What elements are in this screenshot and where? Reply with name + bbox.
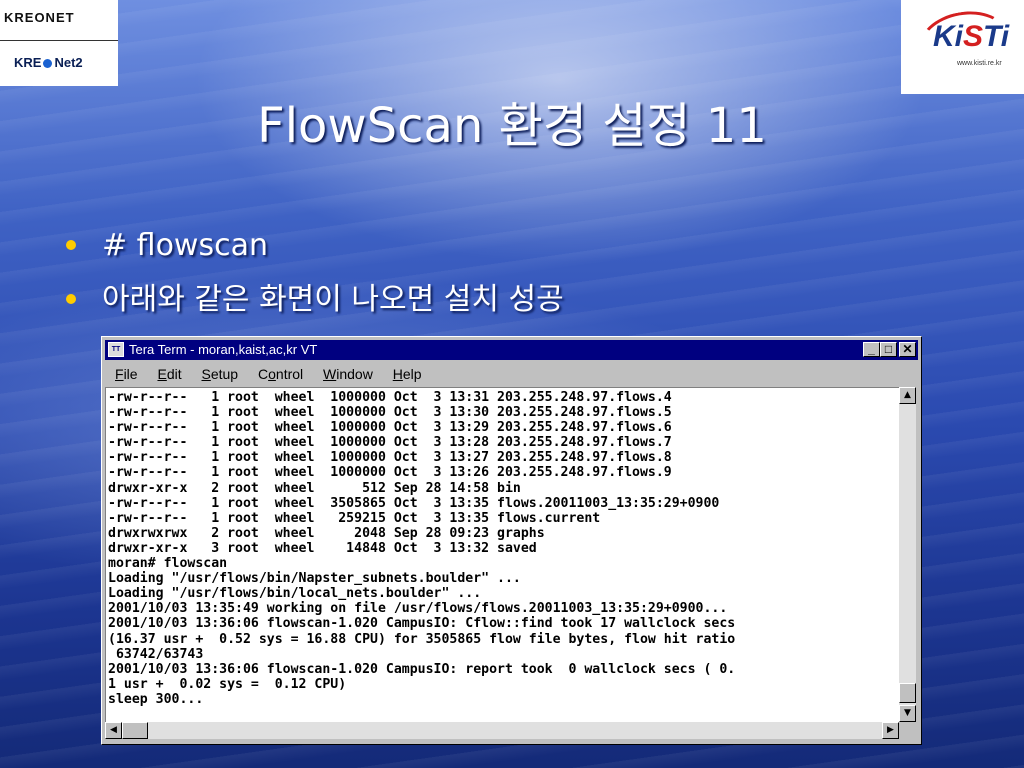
terminal-line: 63742/63743 <box>115 646 204 662</box>
menu-control-accel: o <box>268 366 276 382</box>
terminal-line: -rw-r--r-- 1 root wheel 3505865 Oct 3 13… <box>108 495 720 511</box>
kreonet2-logo-text: KRE Net2 <box>14 55 83 70</box>
kreonet-logo-text: KREONET <box>4 10 75 25</box>
terminal-line: drwxr-xr-x 2 root wheel 512 Sep 28 14:58… <box>108 480 521 496</box>
scroll-up-button[interactable]: ▲ <box>899 387 916 404</box>
terminal-line: -rw-r--r-- 1 root wheel 1000000 Oct 3 13… <box>108 420 672 436</box>
kisti-logo-part1: Ki <box>933 20 963 53</box>
scroll-right-button[interactable]: ▶ <box>882 722 899 739</box>
kisti-logo: KiSTi www.kisti.re.kr <box>901 0 1024 94</box>
terminal-line: Loading "/usr/flows/bin/Napster_subnets.… <box>108 571 521 587</box>
menu-edit-label: dit <box>166 366 182 382</box>
maximize-button[interactable]: □ <box>880 342 897 357</box>
bullet-dot-icon <box>66 294 76 304</box>
scroll-down-button[interactable]: ▼ <box>899 705 916 722</box>
logo-divider <box>0 40 118 41</box>
minimize-button[interactable]: _ <box>863 342 880 357</box>
bullet-item: # flowscan <box>66 222 564 276</box>
menu-setup[interactable]: Setup <box>202 366 239 382</box>
menu-help[interactable]: Help <box>393 366 422 382</box>
kisti-logo-part3: Ti <box>983 20 1010 53</box>
horizontal-scrollbar[interactable]: ◀ ▶ <box>105 722 899 739</box>
vertical-scroll-thumb[interactable] <box>899 683 916 703</box>
horizontal-scroll-thumb[interactable] <box>122 722 148 739</box>
terminal-line: (16.37 usr + 0.52 sys = 16.88 CPU) for 3… <box>108 631 736 647</box>
kisti-url: www.kisti.re.kr <box>957 60 1002 67</box>
terminal-line: Loading "/usr/flows/bin/local_nets.bould… <box>108 586 482 602</box>
bullet-dot-icon <box>66 240 76 250</box>
terminal-line: -rw-r--r-- 1 root wheel 259215 Oct 3 13:… <box>108 510 601 526</box>
terminal-line: 2001/10/03 13:36:06 flowscan-1.020 Campu… <box>108 616 736 632</box>
bullet-text: 아래와 같은 화면이 나오면 설치 성공 <box>102 282 564 317</box>
terminal-line: 2001/10/03 13:36:06 flowscan-1.020 Campu… <box>108 661 736 677</box>
menu-edit-accel: E <box>157 366 167 382</box>
vertical-scrollbar[interactable]: ▲ ▼ <box>899 387 916 722</box>
menu-file-accel: F <box>115 366 124 382</box>
menu-setup-accel: S <box>201 366 211 382</box>
bullet-text: # flowscan <box>102 228 268 263</box>
menu-window-label: indow <box>336 366 373 382</box>
terminal-line: -rw-r--r-- 1 root wheel 1000000 Oct 3 13… <box>108 435 672 451</box>
terminal-line: drwxr-xr-x 3 root wheel 14848 Oct 3 13:3… <box>108 540 537 556</box>
terminal-output[interactable]: -rw-r--r-- 1 root wheel 1000000 Oct 3 13… <box>105 387 899 722</box>
menu-control[interactable]: Control <box>258 366 303 382</box>
menu-window[interactable]: Window <box>323 366 373 382</box>
window-titlebar[interactable]: TT Tera Term - moran,kaist,ac,kr VT _ □ … <box>105 340 918 360</box>
kisti-logo-text: KiSTi <box>933 20 1009 54</box>
terminal-line: moran# flowscan <box>108 556 228 572</box>
window-title: Tera Term - moran,kaist,ac,kr VT <box>129 342 318 357</box>
terminal-line: -rw-r--r-- 1 root wheel 1000000 Oct 3 13… <box>108 405 672 421</box>
menu-file-label: ile <box>123 366 138 382</box>
menu-help-label: elp <box>402 366 422 382</box>
terminal-line: 1 usr + 0.02 sys = 0.12 CPU) <box>108 676 347 692</box>
kreonet-logo: KREONET KRE Net2 <box>0 0 118 86</box>
bullet-list: # flowscan 아래와 같은 화면이 나오면 설치 성공 <box>66 222 564 330</box>
menu-window-accel: W <box>323 366 337 382</box>
menu-help-accel: H <box>392 366 403 382</box>
menu-bar: File Edit Setup Control Window Help <box>105 363 918 385</box>
tera-term-app-icon[interactable]: TT <box>108 342 124 357</box>
menu-control-prefix: C <box>257 366 269 382</box>
terminal-line: -rw-r--r-- 1 root wheel 1000000 Oct 3 13… <box>108 465 672 481</box>
menu-file[interactable]: File <box>115 366 138 382</box>
menu-setup-label: etup <box>210 366 239 382</box>
terminal-line: -rw-r--r-- 1 root wheel 1000000 Oct 3 13… <box>108 390 672 405</box>
bullet-item: 아래와 같은 화면이 나오면 설치 성공 <box>66 276 564 330</box>
scroll-left-button[interactable]: ◀ <box>105 722 122 739</box>
tera-term-window: TT Tera Term - moran,kaist,ac,kr VT _ □ … <box>101 336 922 745</box>
close-button[interactable]: ✕ <box>899 342 916 357</box>
resize-grip-icon[interactable] <box>899 722 916 739</box>
terminal-line: 2001/10/03 13:35:49 working on file /usr… <box>108 601 728 617</box>
terminal-line: drwxrwxrwx 2 root wheel 2048 Sep 28 09:2… <box>108 525 545 541</box>
slide-title: FlowScan 환경 설정 11 <box>257 98 767 154</box>
terminal-text: -rw-r--r-- 1 root wheel 1000000 Oct 3 13… <box>106 388 899 707</box>
kreonet2-logo-prefix: KRE <box>14 55 42 70</box>
menu-edit[interactable]: Edit <box>157 366 181 382</box>
terminal-line: -rw-r--r-- 1 root wheel 1000000 Oct 3 13… <box>108 450 672 466</box>
kisti-logo-part2: S <box>963 20 984 53</box>
terminal-line: sleep 300... <box>108 691 204 707</box>
kreonet2-logo-suffix: Net2 <box>54 55 83 70</box>
menu-control-label: ntrol <box>275 366 304 382</box>
globe-icon <box>43 59 53 69</box>
